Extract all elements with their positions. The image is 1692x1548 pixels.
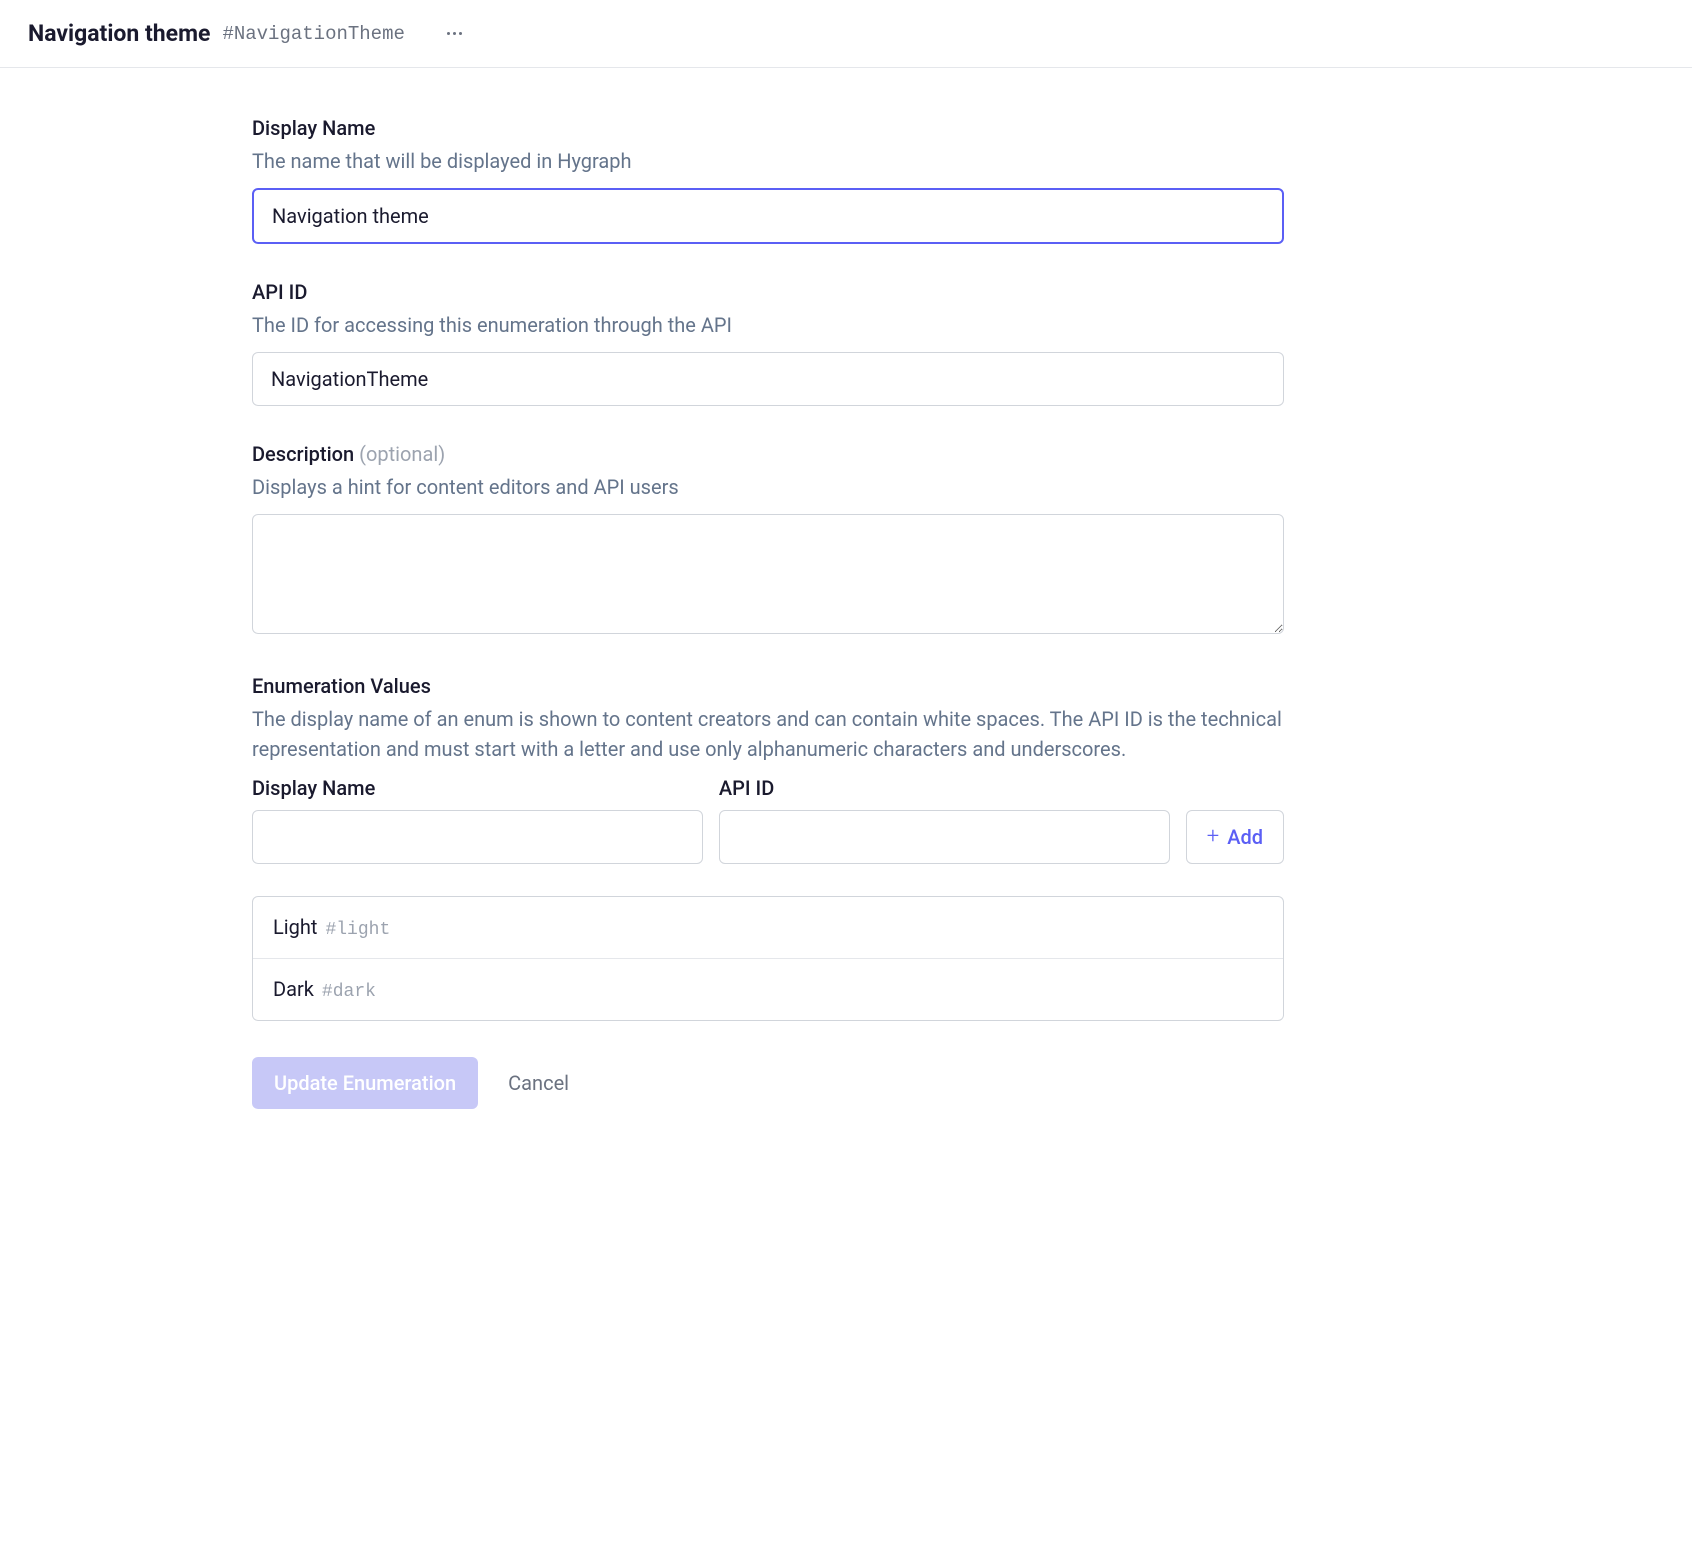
api-id-group: API ID The ID for accessing this enumera… [252, 280, 1284, 406]
enum-add-row: Display Name API ID + Add [252, 776, 1284, 864]
enum-value-row[interactable]: Dark #dark [253, 959, 1283, 1020]
enum-display-name-col-label: Display Name [252, 776, 703, 800]
enum-value-row[interactable]: Light #light [253, 897, 1283, 959]
page-title: Navigation theme [28, 20, 210, 47]
api-id-label: API ID [252, 280, 1284, 304]
more-options-icon[interactable] [441, 26, 468, 41]
form-actions: Update Enumeration Cancel [252, 1057, 1284, 1109]
page-header: Navigation theme #NavigationTheme [0, 0, 1692, 68]
enum-value-name: Dark [273, 977, 314, 1001]
enumeration-label: Enumeration Values [252, 674, 1284, 698]
enumeration-group: Enumeration Values The display name of a… [252, 674, 1284, 1021]
enum-api-id-col: API ID [719, 776, 1170, 864]
enum-api-id-col-label: API ID [719, 776, 1170, 800]
enum-value-hash: #dark [322, 982, 376, 1002]
description-hint: Displays a hint for content editors and … [252, 472, 1284, 502]
page-api-id-hash: #NavigationTheme [222, 23, 404, 45]
description-group: Description (optional) Displays a hint f… [252, 442, 1284, 638]
api-id-input[interactable] [252, 352, 1284, 406]
enum-value-hash: #light [325, 920, 390, 940]
enum-values-list: Light #light Dark #dark [252, 896, 1284, 1021]
enumeration-hint: The display name of an enum is shown to … [252, 704, 1284, 764]
display-name-hint: The name that will be displayed in Hygra… [252, 146, 1284, 176]
cancel-button[interactable]: Cancel [502, 1057, 575, 1109]
display-name-input[interactable] [252, 188, 1284, 244]
enum-value-name: Light [273, 915, 317, 939]
plus-icon: + [1207, 826, 1219, 848]
form-container: Display Name The name that will be displ… [252, 68, 1332, 1157]
description-label-text: Description [252, 442, 354, 466]
api-id-hint: The ID for accessing this enumeration th… [252, 310, 1284, 340]
enum-display-name-col: Display Name [252, 776, 703, 864]
description-label: Description (optional) [252, 442, 1284, 466]
description-textarea[interactable] [252, 514, 1284, 634]
add-button-label: Add [1227, 825, 1263, 849]
display-name-group: Display Name The name that will be displ… [252, 116, 1284, 244]
description-optional-tag: (optional) [359, 442, 445, 466]
enum-display-name-input[interactable] [252, 810, 703, 864]
display-name-label: Display Name [252, 116, 1284, 140]
update-enumeration-button[interactable]: Update Enumeration [252, 1057, 478, 1109]
enum-api-id-input[interactable] [719, 810, 1170, 864]
add-enum-button[interactable]: + Add [1186, 810, 1284, 864]
